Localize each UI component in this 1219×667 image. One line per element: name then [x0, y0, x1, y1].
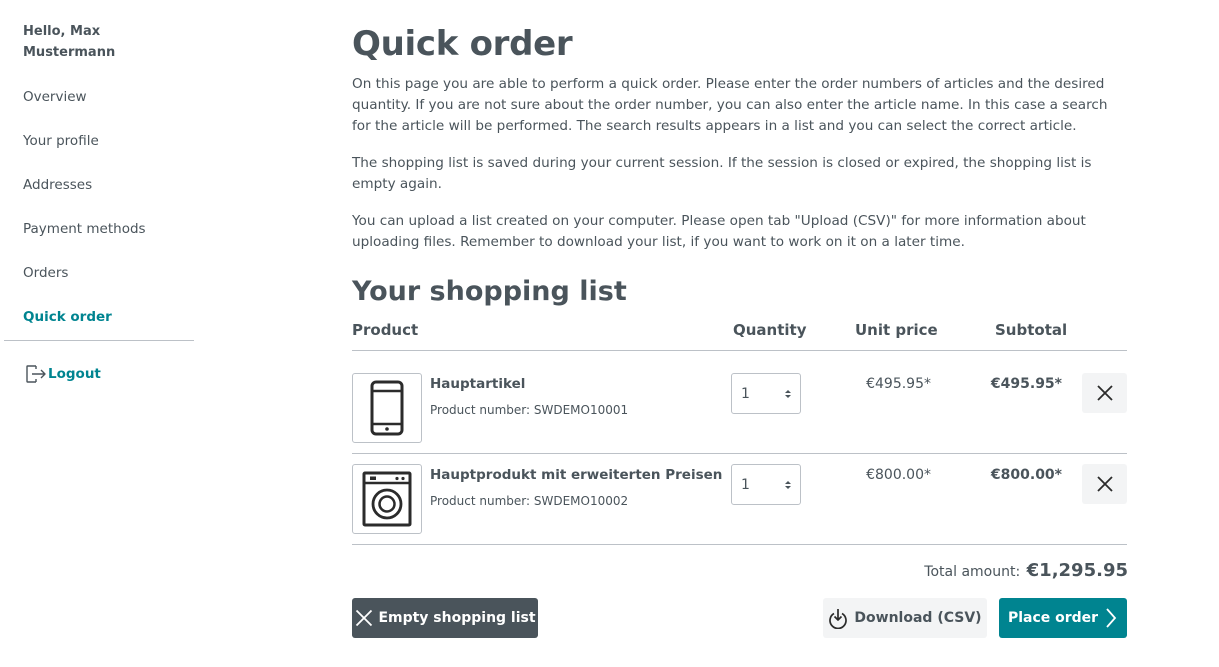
- table-row: Hauptprodukt mit erweiterten Preisen Pro…: [352, 464, 1127, 554]
- total-value: €1,295.95: [1026, 560, 1128, 581]
- shopping-list-title: Your shopping list: [352, 276, 627, 307]
- download-csv-button[interactable]: Download (CSV): [823, 598, 987, 638]
- product-name[interactable]: Hauptartikel: [430, 376, 525, 392]
- product-number: Product number: SWDEMO10002: [430, 494, 629, 508]
- sidebar-item-overview[interactable]: Overview: [23, 89, 87, 105]
- user-greeting: Hello, Max Mustermann: [23, 24, 116, 60]
- logout-link[interactable]: Logout: [23, 362, 101, 386]
- sidebar-item-payment-methods[interactable]: Payment methods: [23, 221, 146, 237]
- quantity-value: 1: [741, 385, 750, 402]
- remove-item-button[interactable]: [1082, 464, 1127, 504]
- total-amount: Total amount: €1,295.95: [924, 560, 1128, 581]
- sidebar-divider: [4, 340, 194, 341]
- quantity-select[interactable]: 1: [731, 464, 801, 505]
- chevron-right-icon: [1106, 608, 1117, 628]
- total-label: Total amount:: [924, 564, 1021, 580]
- intro-paragraph: On this page you are able to perform a q…: [352, 76, 1108, 134]
- empty-list-button[interactable]: Empty shopping list: [352, 598, 538, 638]
- table-bottom-divider: [352, 544, 1127, 545]
- place-order-label: Place order: [1007, 610, 1099, 626]
- select-arrows-icon: [785, 389, 791, 398]
- session-paragraph: The shopping list is saved during your c…: [352, 155, 1092, 192]
- column-header-unit-price: Unit price: [855, 321, 938, 339]
- logout-label: Logout: [48, 366, 101, 382]
- download-label: Download (CSV): [854, 610, 982, 626]
- washing-machine-icon: [362, 471, 412, 527]
- subtotal: €800.00*: [990, 467, 1062, 483]
- quantity-value: 1: [741, 476, 750, 493]
- sidebar-item-profile[interactable]: Your profile: [23, 133, 99, 149]
- unit-price: €800.00*: [866, 467, 931, 483]
- close-icon: [1096, 476, 1113, 492]
- quantity-select[interactable]: 1: [731, 373, 801, 414]
- sidebar-item-quick-order[interactable]: Quick order: [23, 309, 112, 325]
- table-row: Hauptartikel Product number: SWDEMO10001…: [352, 373, 1127, 463]
- product-thumbnail[interactable]: [352, 373, 422, 443]
- subtotal: €495.95*: [990, 376, 1062, 392]
- product-thumbnail[interactable]: [352, 464, 422, 534]
- unit-price: €495.95*: [866, 376, 931, 392]
- close-icon: [356, 609, 373, 627]
- close-icon: [1096, 385, 1113, 401]
- download-icon: [829, 609, 848, 629]
- product-number: Product number: SWDEMO10001: [430, 403, 629, 417]
- upload-paragraph: You can upload a list created on your co…: [352, 213, 1086, 250]
- remove-item-button[interactable]: [1082, 373, 1127, 413]
- sidebar-item-addresses[interactable]: Addresses: [23, 177, 92, 193]
- page-title: Quick order: [352, 24, 573, 64]
- sidebar-item-orders[interactable]: Orders: [23, 265, 68, 281]
- product-name[interactable]: Hauptprodukt mit erweiterten Preisen: [430, 467, 722, 483]
- select-arrows-icon: [785, 480, 791, 489]
- place-order-button[interactable]: Place order: [999, 598, 1127, 638]
- smartphone-icon: [370, 380, 404, 436]
- logout-icon: [26, 365, 46, 383]
- column-header-product: Product: [352, 321, 419, 339]
- column-header-subtotal: Subtotal: [995, 321, 1068, 339]
- row-divider: [352, 453, 1127, 454]
- column-header-quantity: Quantity: [733, 321, 807, 339]
- empty-list-label: Empty shopping list: [378, 610, 536, 626]
- table-header-divider: [352, 350, 1127, 351]
